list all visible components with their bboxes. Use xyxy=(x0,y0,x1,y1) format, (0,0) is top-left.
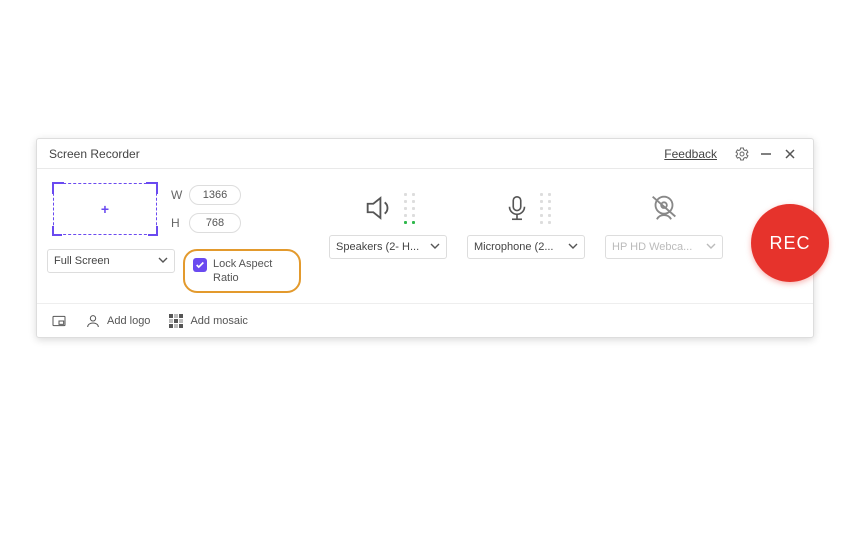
speaker-level-indicator xyxy=(404,193,415,224)
speaker-icon[interactable] xyxy=(362,191,396,225)
region-section: + W H Full Scree xyxy=(47,181,301,297)
webcam-source: HP HD Webca... xyxy=(595,181,733,297)
bottombar: Add logo Add mosaic xyxy=(37,303,813,337)
close-button[interactable] xyxy=(779,143,801,165)
microphone-level-indicator xyxy=(540,193,551,224)
lock-aspect-checkbox[interactable] xyxy=(193,258,207,272)
width-label: W xyxy=(171,188,189,202)
region-mode-select[interactable]: Full Screen xyxy=(47,249,175,273)
mosaic-icon xyxy=(168,313,184,329)
add-logo-button[interactable]: Add logo xyxy=(85,313,150,329)
height-input[interactable] xyxy=(189,213,241,233)
height-label: H xyxy=(171,216,189,230)
app-title: Screen Recorder xyxy=(49,147,140,161)
chevron-down-icon xyxy=(568,241,578,254)
lock-aspect-highlight: Lock Aspect Ratio xyxy=(183,249,301,293)
chevron-down-icon xyxy=(706,241,716,254)
record-button[interactable]: REC xyxy=(751,204,829,282)
microphone-source: Microphone (2... xyxy=(457,181,595,297)
chevron-down-icon xyxy=(158,255,168,268)
sources-section: Speakers (2- H... xyxy=(313,181,739,297)
add-logo-label: Add logo xyxy=(107,315,150,327)
webcam-value: HP HD Webca... xyxy=(612,241,692,253)
feedback-link[interactable]: Feedback xyxy=(664,147,717,161)
width-input[interactable] xyxy=(189,185,241,205)
microphone-value: Microphone (2... xyxy=(474,241,553,253)
microphone-select[interactable]: Microphone (2... xyxy=(467,235,585,259)
speaker-value: Speakers (2- H... xyxy=(336,241,419,253)
record-label: REC xyxy=(769,233,810,254)
webcam-select[interactable]: HP HD Webca... xyxy=(605,235,723,259)
screen-recorder-panel: Screen Recorder Feedback + xyxy=(36,138,814,338)
main-row: + W H Full Scree xyxy=(37,169,813,303)
webcam-disabled-icon[interactable] xyxy=(647,191,681,225)
plus-icon: + xyxy=(101,201,109,217)
gear-icon xyxy=(734,146,750,162)
pip-icon xyxy=(51,313,67,329)
add-mosaic-label: Add mosaic xyxy=(190,315,247,327)
region-preview[interactable]: + xyxy=(53,183,157,235)
rec-section: REC xyxy=(751,181,829,297)
minimize-button[interactable] xyxy=(755,143,777,165)
person-icon xyxy=(85,313,101,329)
settings-button[interactable] xyxy=(731,143,753,165)
close-icon xyxy=(783,147,797,161)
titlebar: Screen Recorder Feedback xyxy=(37,139,813,169)
chevron-down-icon xyxy=(430,241,440,254)
speaker-source: Speakers (2- H... xyxy=(319,181,457,297)
minimize-icon xyxy=(759,147,773,161)
region-mode-value: Full Screen xyxy=(54,255,110,267)
microphone-icon[interactable] xyxy=(502,191,532,225)
pip-button[interactable] xyxy=(51,313,67,329)
lock-aspect-label: Lock Aspect Ratio xyxy=(213,257,289,285)
speaker-select[interactable]: Speakers (2- H... xyxy=(329,235,447,259)
check-icon xyxy=(195,260,205,270)
add-mosaic-button[interactable]: Add mosaic xyxy=(168,313,247,329)
